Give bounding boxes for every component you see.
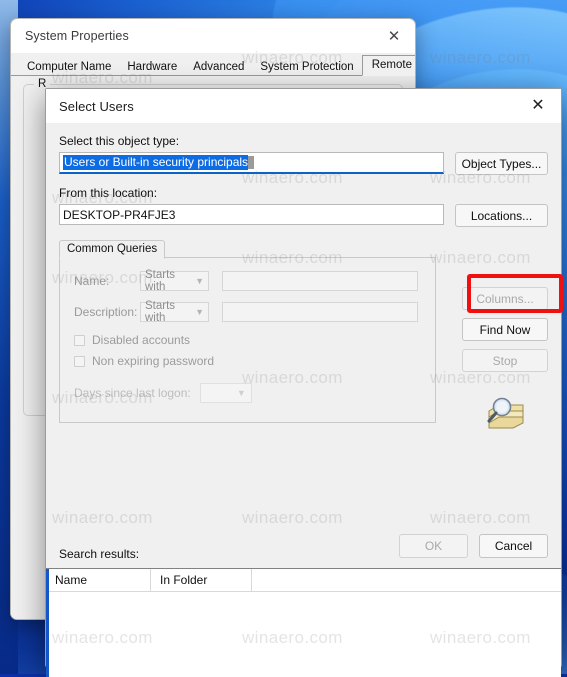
tab-advanced[interactable]: Advanced bbox=[185, 58, 252, 76]
object-type-row: Users or Built-in security principals Ob… bbox=[59, 152, 548, 175]
system-properties-tabstrip[interactable]: Computer Name Hardware Advanced System P… bbox=[11, 53, 415, 76]
system-properties-titlebar[interactable]: System Properties ✕ bbox=[11, 19, 415, 53]
query-description-operator-select[interactable]: Starts with ▼ bbox=[140, 300, 209, 324]
from-location-label: From this location: bbox=[59, 186, 158, 200]
find-now-button[interactable]: Find Now bbox=[462, 318, 548, 341]
non-expiring-password-checkbox[interactable] bbox=[74, 355, 85, 367]
query-name-operator-select[interactable]: Starts with ▼ bbox=[140, 269, 209, 293]
chevron-down-icon: ▼ bbox=[195, 307, 204, 317]
query-description-input[interactable] bbox=[222, 302, 418, 322]
close-icon[interactable]: ✕ bbox=[373, 21, 415, 51]
query-description-label: Description: bbox=[74, 305, 138, 319]
query-name-input[interactable] bbox=[222, 271, 418, 291]
search-folder-icon bbox=[483, 394, 527, 432]
tab-remote[interactable]: Remote bbox=[361, 55, 415, 76]
from-location-value: DESKTOP-PR4FJE3 bbox=[63, 207, 176, 222]
select-users-title: Select Users bbox=[59, 98, 134, 114]
search-results-label: Search results: bbox=[59, 547, 140, 561]
find-now-highlight-box bbox=[467, 274, 563, 313]
object-type-value: Users or Built-in security principals bbox=[63, 155, 249, 170]
query-description-operator-value: Starts with bbox=[145, 300, 176, 324]
disabled-accounts-checkbox[interactable] bbox=[74, 334, 85, 346]
search-results-header[interactable]: Name In Folder bbox=[46, 569, 561, 592]
object-type-label: Select this object type: bbox=[59, 134, 180, 148]
locations-button[interactable]: Locations... bbox=[455, 204, 548, 227]
non-expiring-password-label: Non expiring password bbox=[92, 354, 215, 368]
common-queries-panel: Name: Starts with ▼ Description: Starts … bbox=[59, 257, 436, 423]
object-type-input[interactable]: Users or Built-in security principals bbox=[59, 152, 444, 174]
query-name-operator-value: Starts with bbox=[145, 269, 176, 293]
cancel-button[interactable]: Cancel bbox=[479, 534, 548, 558]
select-users-titlebar[interactable]: Select Users ✕ bbox=[46, 89, 561, 123]
tab-system-protection[interactable]: System Protection bbox=[252, 58, 361, 76]
days-since-last-logon-row: Days since last logon: ▼ bbox=[74, 383, 421, 403]
non-expiring-password-row[interactable]: Non expiring password bbox=[74, 354, 421, 368]
chevron-down-icon: ▼ bbox=[236, 388, 246, 398]
close-icon[interactable]: ✕ bbox=[515, 89, 561, 123]
column-header-in-folder[interactable]: In Folder bbox=[151, 569, 252, 591]
column-header-name[interactable]: Name bbox=[46, 569, 151, 591]
disabled-accounts-row[interactable]: Disabled accounts bbox=[74, 333, 421, 347]
results-left-accent bbox=[46, 569, 49, 677]
chevron-down-icon: ▼ bbox=[195, 276, 204, 286]
column-header-blank[interactable] bbox=[252, 569, 561, 591]
days-since-last-logon-label: Days since last logon: bbox=[74, 386, 191, 400]
from-location-input[interactable]: DESKTOP-PR4FJE3 bbox=[59, 204, 444, 225]
common-queries-tabrow[interactable]: Common Queries bbox=[59, 240, 436, 259]
query-description-row: Description: Starts with ▼ bbox=[74, 300, 421, 324]
from-location-row: DESKTOP-PR4FJE3 Locations... bbox=[59, 204, 548, 227]
object-types-button[interactable]: Object Types... bbox=[455, 152, 548, 175]
search-results-list[interactable]: Name In Folder bbox=[46, 568, 561, 677]
select-users-dialog[interactable]: Select Users ✕ Select this object type: … bbox=[45, 88, 562, 677]
system-properties-title: System Properties bbox=[25, 29, 129, 43]
disabled-accounts-label: Disabled accounts bbox=[92, 333, 191, 347]
select-users-body: Select this object type: Users or Built-… bbox=[46, 134, 561, 677]
query-name-label: Name: bbox=[74, 274, 110, 288]
tab-common-queries[interactable]: Common Queries bbox=[59, 240, 166, 259]
tab-computer-name[interactable]: Computer Name bbox=[19, 58, 119, 76]
ok-button[interactable]: OK bbox=[399, 534, 468, 558]
dialog-button-row: OK Cancel bbox=[399, 534, 548, 558]
tab-hardware[interactable]: Hardware bbox=[119, 58, 185, 76]
query-name-row: Name: Starts with ▼ bbox=[74, 269, 421, 293]
text-caret bbox=[248, 156, 255, 169]
days-since-last-logon-select[interactable]: ▼ bbox=[199, 383, 252, 403]
stop-button[interactable]: Stop bbox=[462, 349, 548, 372]
common-queries-section: Common Queries Name: Starts with ▼ Descr… bbox=[59, 240, 436, 423]
